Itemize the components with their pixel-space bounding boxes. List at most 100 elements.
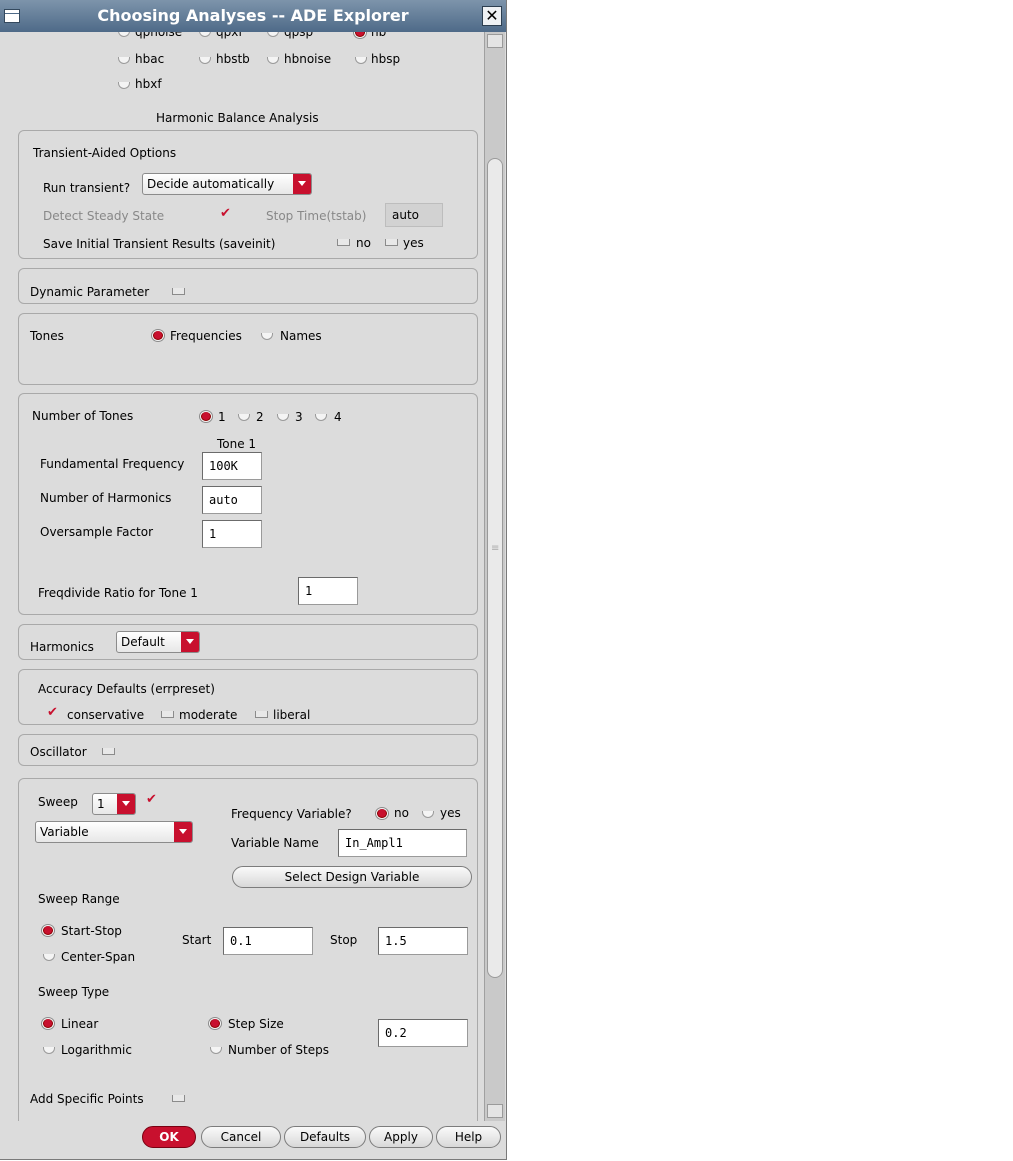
harmonics-select[interactable]: Default bbox=[116, 631, 200, 653]
sweep-enable-checkbox[interactable]: ✔ bbox=[146, 793, 158, 807]
radio-label-qpsp: qpsp bbox=[284, 32, 314, 39]
harmonics-value: Default bbox=[121, 635, 165, 649]
radio-hbxf[interactable] bbox=[118, 82, 130, 89]
radio-label-linear: Linear bbox=[61, 1017, 99, 1031]
title-bar[interactable]: Choosing Analyses -- ADE Explorer ✕ bbox=[0, 0, 506, 32]
num-tones-label: Number of Tones bbox=[32, 409, 134, 423]
saveinit-no-checkbox[interactable] bbox=[337, 239, 350, 246]
radio-qpsp[interactable] bbox=[267, 32, 279, 37]
frequency-variable-label: Frequency Variable? bbox=[231, 807, 352, 821]
add-specific-points-label: Add Specific Points bbox=[30, 1092, 144, 1106]
radio-label-hbstb: hbstb bbox=[216, 52, 250, 66]
step-size-field[interactable]: 0.2 bbox=[378, 1019, 468, 1047]
saveinit-yes-checkbox[interactable] bbox=[385, 239, 398, 246]
radio-hbnoise[interactable] bbox=[267, 57, 279, 64]
moderate-label: moderate bbox=[179, 708, 238, 722]
num-harmonics-label: Number of Harmonics bbox=[40, 491, 172, 505]
num-harmonics-field[interactable]: auto bbox=[202, 486, 262, 514]
section-title: Harmonic Balance Analysis bbox=[156, 111, 319, 125]
detect-steady-state-checkbox[interactable]: ✔ bbox=[220, 207, 232, 221]
variable-name-label: Variable Name bbox=[231, 836, 319, 850]
radio-start-stop[interactable] bbox=[43, 926, 53, 935]
radio-hb[interactable] bbox=[355, 32, 365, 37]
saveinit-yes-label: yes bbox=[403, 236, 424, 250]
defaults-button[interactable]: Defaults bbox=[284, 1126, 366, 1148]
form-content: qpnoise qpxf qpsp hb hbac hbstb hbnoise … bbox=[0, 32, 483, 1121]
radio-label-tones-4: 4 bbox=[334, 410, 342, 424]
scroll-thumb[interactable] bbox=[487, 158, 503, 978]
saveinit-label: Save Initial Transient Results (saveinit… bbox=[43, 237, 276, 251]
radio-qpxf[interactable] bbox=[199, 32, 211, 37]
accuracy-title: Accuracy Defaults (errpreset) bbox=[38, 682, 215, 696]
detect-steady-state-label: Detect Steady State bbox=[43, 209, 165, 223]
button-bar: OK Cancel Defaults Apply Help bbox=[0, 1121, 506, 1159]
radio-hbstb[interactable] bbox=[199, 57, 211, 64]
harmonics-label: Harmonics bbox=[30, 640, 94, 654]
stop-field[interactable]: 1.5 bbox=[378, 927, 468, 955]
radio-label-names: Names bbox=[280, 329, 322, 343]
chevron-down-icon bbox=[181, 632, 199, 652]
radio-tones-1[interactable] bbox=[201, 412, 211, 421]
radio-linear[interactable] bbox=[43, 1019, 53, 1028]
run-transient-select[interactable]: Decide automatically bbox=[142, 173, 312, 195]
chevron-down-icon bbox=[117, 794, 135, 814]
radio-label-hbsp: hbsp bbox=[371, 52, 401, 66]
help-button[interactable]: Help bbox=[436, 1126, 501, 1148]
sweep-type-value: Variable bbox=[40, 825, 89, 839]
dynamic-parameter-label: Dynamic Parameter bbox=[30, 285, 150, 299]
radio-label-freqvar-yes: yes bbox=[440, 806, 461, 820]
start-label: Start bbox=[182, 933, 212, 947]
add-specific-points-checkbox[interactable] bbox=[172, 1095, 185, 1102]
freqdivide-ratio-label: Freqdivide Ratio for Tone 1 bbox=[38, 586, 198, 600]
sweep-range-label: Sweep Range bbox=[38, 892, 120, 906]
stop-time-field[interactable]: auto bbox=[385, 203, 443, 227]
stop-label: Stop bbox=[330, 933, 358, 947]
transient-options-title: Transient-Aided Options bbox=[33, 146, 177, 160]
radio-hbsp[interactable] bbox=[355, 57, 367, 64]
radio-label-number-of-steps: Number of Steps bbox=[228, 1043, 329, 1057]
oscillator-frame bbox=[18, 734, 478, 766]
ok-button[interactable]: OK bbox=[142, 1126, 196, 1148]
oscillator-label: Oscillator bbox=[30, 745, 87, 759]
dynamic-parameter-checkbox[interactable] bbox=[172, 288, 185, 295]
radio-qpnoise[interactable] bbox=[118, 32, 130, 37]
radio-label-frequencies: Frequencies bbox=[170, 329, 242, 343]
radio-label-hbac: hbac bbox=[135, 52, 165, 66]
moderate-checkbox[interactable] bbox=[161, 711, 174, 718]
scroll-down-button[interactable] bbox=[487, 1104, 503, 1118]
variable-name-field[interactable]: In_Ampl1 bbox=[338, 829, 467, 857]
radio-label-step-size: Step Size bbox=[228, 1017, 284, 1031]
scroll-up-button[interactable] bbox=[487, 34, 503, 48]
freqdivide-ratio-field[interactable]: 1 bbox=[298, 577, 358, 605]
radio-hbac[interactable] bbox=[118, 57, 130, 64]
radio-freqvar-no[interactable] bbox=[377, 809, 387, 818]
vertical-scrollbar[interactable] bbox=[484, 32, 505, 1121]
radio-label-hb: hb bbox=[371, 32, 387, 39]
conservative-checkbox[interactable]: ✔ bbox=[47, 706, 59, 720]
radio-step-size[interactable] bbox=[210, 1019, 220, 1028]
select-design-variable-button[interactable]: Select Design Variable bbox=[232, 866, 472, 888]
radio-frequencies[interactable] bbox=[153, 331, 163, 340]
sweep-count-select[interactable]: 1 bbox=[92, 793, 136, 815]
sweep-type-label: Sweep Type bbox=[38, 985, 110, 999]
sweep-count-value: 1 bbox=[97, 797, 105, 811]
stop-time-label: Stop Time(tstab) bbox=[266, 209, 367, 223]
radio-label-tones-3: 3 bbox=[295, 410, 303, 424]
sweep-label: Sweep bbox=[38, 795, 78, 809]
sweep-type-select[interactable]: Variable bbox=[35, 821, 193, 843]
radio-label-qpxf: qpxf bbox=[216, 32, 243, 39]
fundamental-frequency-field[interactable]: 100K bbox=[202, 452, 262, 480]
oscillator-checkbox[interactable] bbox=[102, 748, 115, 755]
chevron-down-icon bbox=[293, 174, 311, 194]
start-field[interactable]: 0.1 bbox=[223, 927, 313, 955]
window-title: Choosing Analyses -- ADE Explorer bbox=[97, 6, 409, 25]
radio-label-center-span: Center-Span bbox=[61, 950, 136, 964]
radio-label-start-stop: Start-Stop bbox=[61, 924, 122, 938]
radio-label-logarithmic: Logarithmic bbox=[61, 1043, 132, 1057]
close-icon[interactable]: ✕ bbox=[482, 6, 502, 26]
apply-button[interactable]: Apply bbox=[369, 1126, 433, 1148]
cancel-button[interactable]: Cancel bbox=[201, 1126, 281, 1148]
liberal-checkbox[interactable] bbox=[255, 711, 268, 718]
oversample-factor-field[interactable]: 1 bbox=[202, 520, 262, 548]
liberal-label: liberal bbox=[273, 708, 311, 722]
